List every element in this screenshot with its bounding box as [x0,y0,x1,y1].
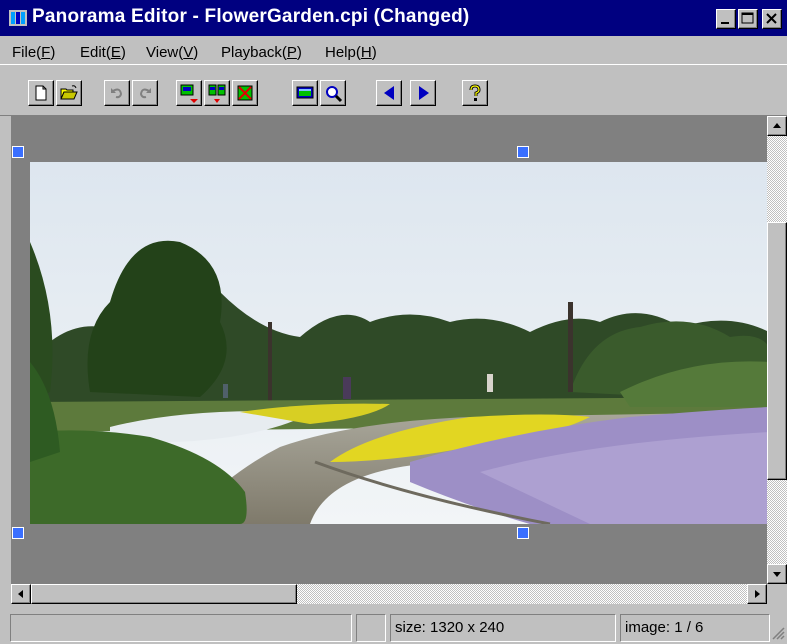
help-button[interactable] [462,80,488,106]
scroll-left-button[interactable] [11,584,31,604]
status-image-index: image: 1 / 6 [620,614,770,642]
resize-handle-bottom-center[interactable] [517,527,529,539]
resize-handle-bottom-left[interactable] [12,527,24,539]
menu-file[interactable]: File(F) [12,44,55,61]
right-arrow-icon [419,86,429,100]
vertical-scrollbar[interactable] [767,116,787,584]
insert-image-icon [180,84,198,103]
new-document-button[interactable] [28,80,54,106]
menu-playback-accel: P [286,44,297,61]
down-arrow-icon [773,572,781,577]
status-bar: size: 1320 x 240 image: 1 / 6 [0,604,787,644]
maximize-button[interactable] [738,9,758,29]
maximize-icon [741,12,754,24]
left-arrow-icon [384,86,394,100]
previous-button[interactable] [376,80,402,106]
menu-help[interactable]: Help(H) [325,44,377,61]
redo-icon [139,88,151,99]
redo-button[interactable] [132,80,158,106]
window-title: Panorama Editor - FlowerGarden.cpi (Chan… [32,6,470,27]
undo-icon [111,88,123,99]
menu-help-close: ) [371,44,377,61]
menu-edit[interactable]: Edit(E) [80,44,126,61]
resize-handle-top-left[interactable] [12,146,24,158]
status-panel-message [10,614,352,642]
delete-image-button[interactable] [232,80,258,106]
magnifier-icon [326,86,343,103]
right-scroll-arrow-icon [755,590,760,598]
menu-bar: File(F) Edit(E) View(V) Playback(P) Help… [0,36,787,64]
preview-button[interactable] [292,80,318,106]
insert-image-button[interactable] [176,80,202,106]
close-icon [766,13,777,24]
menu-view[interactable]: View(V) [146,44,198,61]
new-file-icon [35,85,47,101]
menu-edit-label: Edit( [80,44,111,61]
next-button[interactable] [410,80,436,106]
panorama-image[interactable] [30,162,769,524]
menu-help-label: Help( [325,44,361,61]
open-file-button[interactable] [56,80,82,106]
title-bar[interactable]: Panorama Editor - FlowerGarden.cpi (Chan… [0,0,787,36]
menu-playback[interactable]: Playback(P) [221,44,302,61]
scroll-right-button[interactable] [747,584,767,604]
menu-playback-label: Playback( [221,44,287,61]
close-button[interactable] [762,9,782,29]
scroll-down-button[interactable] [767,564,787,584]
left-scroll-arrow-icon [18,590,23,598]
menu-view-close: ) [193,44,199,61]
menu-view-label: View( [146,44,184,61]
question-mark-icon [469,84,481,101]
scrollbar-corner [767,584,787,604]
minimize-icon [721,22,729,24]
menu-playback-close: ) [296,44,302,61]
delete-image-icon [237,85,253,101]
vertical-scroll-thumb[interactable] [767,222,787,480]
status-panel-blank [356,614,386,642]
menu-edit-close: ) [120,44,126,61]
menu-file-accel: F [41,44,51,61]
menu-help-accel: H [360,44,372,61]
app-icon[interactable] [8,8,28,28]
left-edge [0,116,11,604]
preview-icon [296,86,314,99]
up-arrow-icon [773,123,781,128]
scroll-up-button[interactable] [767,116,787,136]
toolbar [0,64,787,116]
menu-edit-accel: E [110,44,121,61]
horizontal-scrollbar[interactable] [11,584,767,604]
insert-split-button[interactable] [204,80,230,106]
menu-file-label: File( [12,44,42,61]
horizontal-scroll-thumb[interactable] [31,584,297,604]
status-image-size: size: 1320 x 240 [390,614,616,642]
open-folder-icon [60,85,78,100]
menu-view-accel: V [183,44,194,61]
resize-handle-top-center[interactable] [517,146,529,158]
menu-file-close: ) [50,44,56,61]
minimize-button[interactable] [716,9,736,29]
zoom-button[interactable] [320,80,346,106]
undo-button[interactable] [104,80,130,106]
resize-grip-icon[interactable] [771,626,785,640]
insert-split-icon [208,84,226,103]
